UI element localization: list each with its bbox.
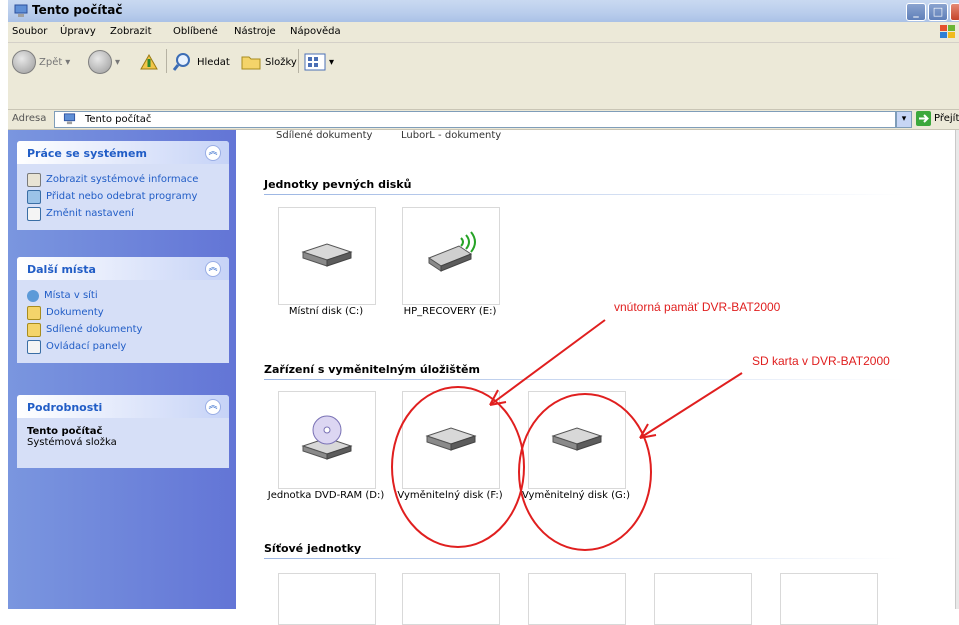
annotation-internal-memory: vnútorná pamäť DVR-BAT2000 xyxy=(614,300,781,314)
annotation-circle-g xyxy=(518,393,652,551)
annotation-circle-f xyxy=(391,386,525,548)
annotation-arrow-sd xyxy=(639,372,743,439)
annotation-sd-card: SD karta v DVR-BAT2000 xyxy=(752,354,890,368)
annotation-overlay xyxy=(391,319,743,551)
annotation-arrow-internal xyxy=(489,319,606,406)
